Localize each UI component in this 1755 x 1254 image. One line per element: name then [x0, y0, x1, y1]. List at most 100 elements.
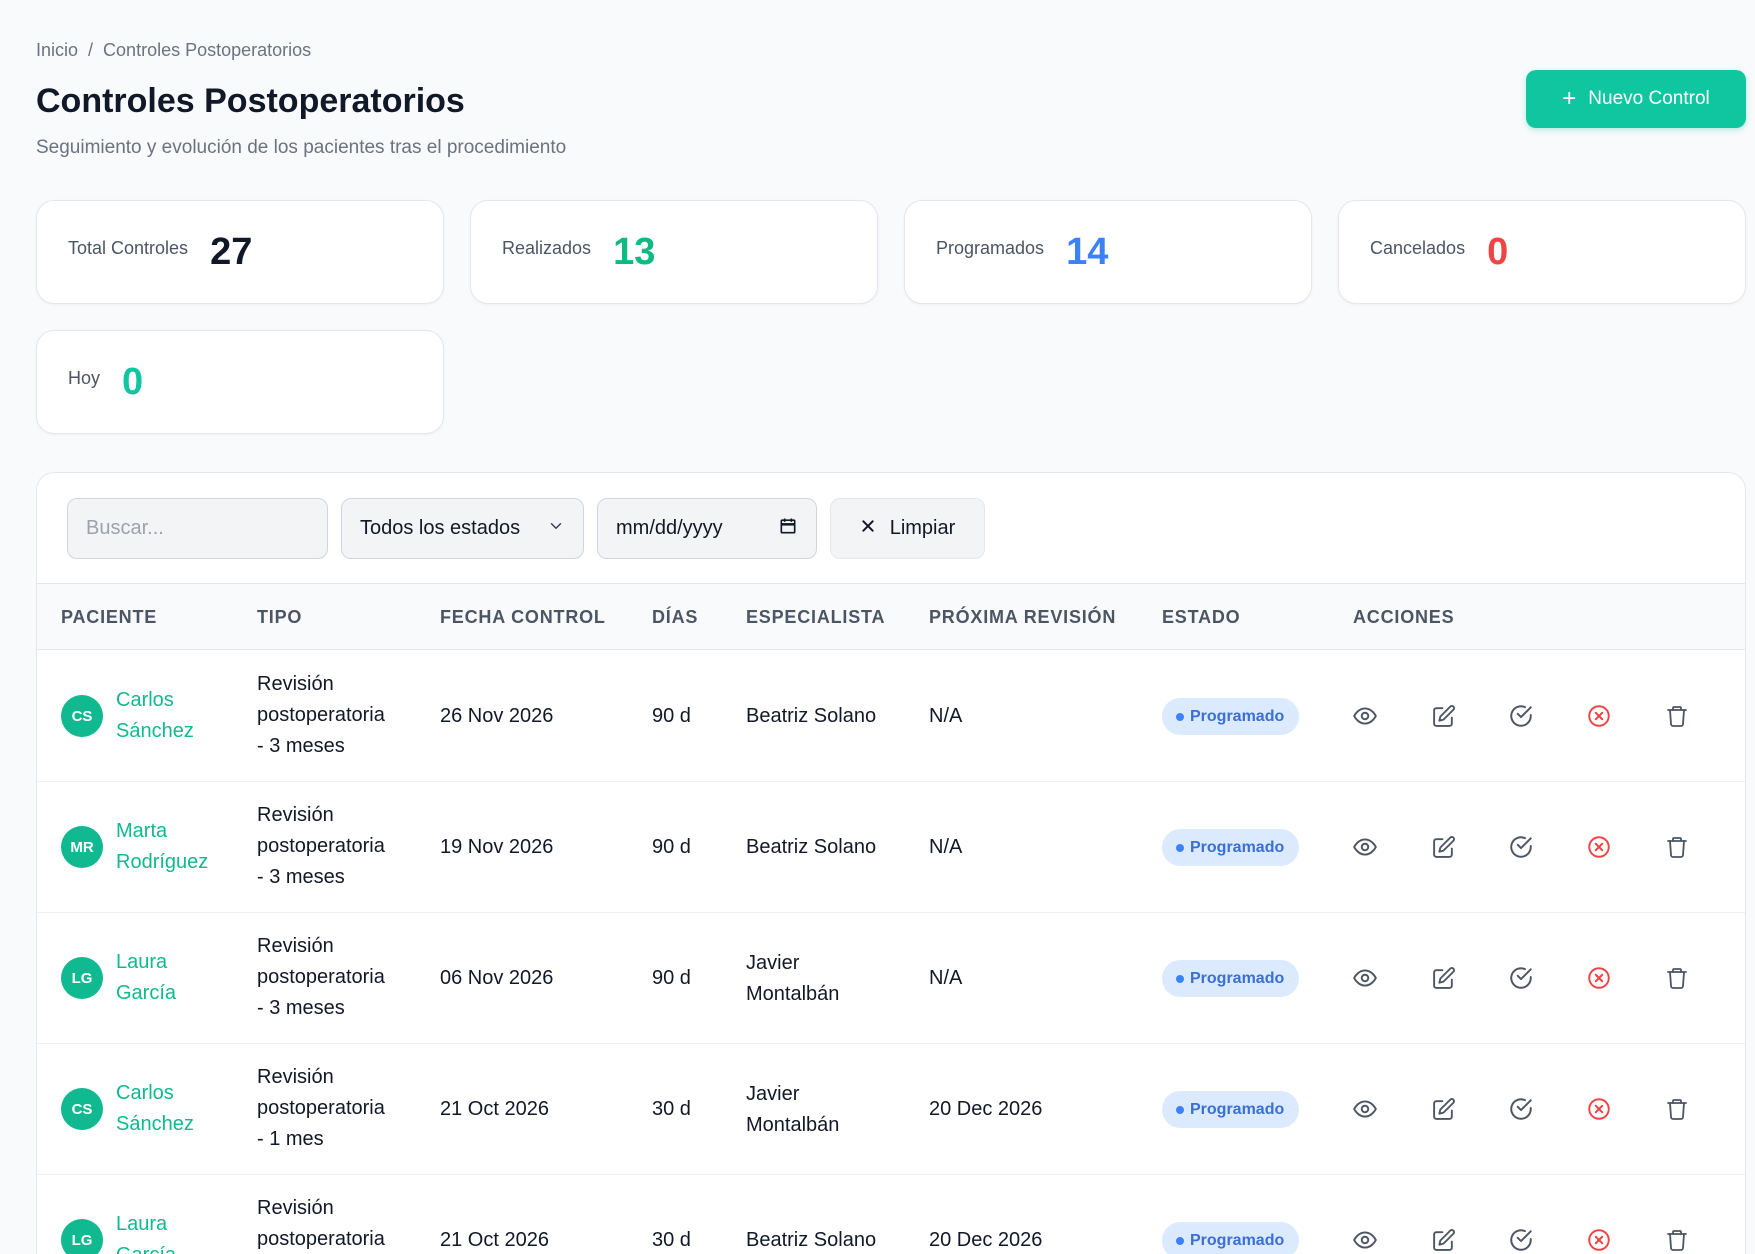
complete-action[interactable]: [1506, 701, 1536, 731]
stat-card: Realizados 13: [470, 200, 878, 304]
status-badge: Programado: [1162, 698, 1300, 735]
col-header-estado[interactable]: ESTADO: [1162, 584, 1240, 651]
edit-action[interactable]: [1428, 701, 1458, 731]
cancel-action[interactable]: [1584, 701, 1614, 731]
delete-action[interactable]: [1662, 832, 1692, 862]
avatar: LG: [61, 1219, 103, 1254]
fecha-cell: 21 Oct 2026: [440, 1098, 549, 1120]
stat-value: 0: [1487, 230, 1509, 273]
status-badge: Programado: [1162, 1091, 1300, 1128]
delete-action[interactable]: [1662, 1225, 1692, 1254]
col-header-proxima[interactable]: PRÓXIMA REVISIÓN: [929, 584, 1116, 651]
col-header-dias[interactable]: DÍAS: [652, 584, 698, 651]
check-circle-icon: [1508, 965, 1534, 991]
delete-action[interactable]: [1662, 1094, 1692, 1124]
col-header-acciones: ACCIONES: [1353, 607, 1455, 627]
stat-label: Cancelados: [1370, 237, 1466, 258]
clear-filters-button[interactable]: Limpiar: [830, 498, 985, 559]
status-label: Programado: [1190, 1100, 1285, 1118]
clear-filters-label: Limpiar: [889, 517, 956, 539]
complete-action[interactable]: [1506, 963, 1536, 993]
close-icon: [860, 517, 876, 540]
new-control-button[interactable]: + Nuevo Control: [1526, 70, 1746, 128]
search-input[interactable]: [67, 498, 328, 559]
eye-icon: [1352, 834, 1378, 860]
col-header-especialista[interactable]: ESPECIALISTA: [746, 584, 885, 651]
status-dot: [1176, 712, 1184, 721]
especialista-line: Javier: [746, 952, 800, 974]
patient-last-name: García: [116, 982, 177, 1004]
table-row: CS Carlos Sánchez Revisión postoperatoria - 3…: [37, 651, 1745, 782]
especialista-cell: Javier Montalbán: [746, 1079, 839, 1141]
check-circle-icon: [1508, 834, 1534, 860]
view-action[interactable]: [1350, 1094, 1380, 1124]
proxima-cell: N/A: [929, 705, 963, 727]
tipo-line: Revisión: [257, 804, 334, 826]
table-header: PACIENTE TIPO FECHA CONTROL DÍAS ESPECIA…: [37, 583, 1745, 650]
page-subtitle: Seguimiento y evolución de los pacientes…: [36, 137, 567, 158]
patient-name-link[interactable]: Carlos Sánchez: [116, 685, 194, 747]
patient-last-name: Sánchez: [116, 1113, 194, 1135]
cancel-action[interactable]: [1584, 832, 1614, 862]
calendar-icon[interactable]: [778, 516, 798, 542]
edit-action[interactable]: [1428, 832, 1458, 862]
delete-action[interactable]: [1662, 701, 1692, 731]
patient-last-name: Rodríguez: [116, 851, 209, 873]
patient-name-link[interactable]: Carlos Sánchez: [116, 1078, 194, 1140]
tipo-line: - 3 meses: [257, 997, 345, 1019]
cancel-action[interactable]: [1584, 1225, 1614, 1254]
tipo-line: - 3 meses: [257, 735, 345, 757]
avatar: MR: [61, 826, 103, 868]
view-action[interactable]: [1350, 963, 1380, 993]
especialista-cell: Beatriz Solano: [746, 1225, 876, 1254]
patient-name-link[interactable]: Laura García: [116, 947, 176, 1009]
delete-action[interactable]: [1662, 963, 1692, 993]
complete-action[interactable]: [1506, 1094, 1536, 1124]
breadcrumb: Inicio / Controles Postoperatorios: [36, 40, 311, 61]
complete-action[interactable]: [1506, 1225, 1536, 1254]
proxima-cell: 20 Dec 2026: [929, 1229, 1043, 1251]
edit-action[interactable]: [1428, 1225, 1458, 1254]
col-header-fecha[interactable]: FECHA CONTROL: [440, 584, 606, 651]
cancel-action[interactable]: [1584, 1094, 1614, 1124]
especialista-line: Javier: [746, 1083, 800, 1105]
x-circle-icon: [1586, 703, 1612, 729]
patient-first-name: Laura: [116, 951, 168, 973]
status-select[interactable]: Todos los estados: [341, 498, 584, 559]
status-label: Programado: [1190, 1231, 1285, 1249]
stat-label: Realizados: [502, 237, 592, 258]
edit-icon: [1431, 1097, 1456, 1122]
complete-action[interactable]: [1506, 832, 1536, 862]
especialista-cell: Beatriz Solano: [746, 701, 876, 732]
patient-name-link[interactable]: Laura García: [116, 1209, 176, 1254]
dias-cell: 30 d: [652, 1098, 691, 1120]
tipo-cell: Revisión postoperatoria - 3 meses: [257, 669, 385, 762]
view-action[interactable]: [1350, 701, 1380, 731]
col-header-tipo[interactable]: TIPO: [257, 584, 302, 651]
page-title: Controles Postoperatorios: [36, 82, 465, 120]
col-header-paciente[interactable]: PACIENTE: [61, 584, 157, 651]
dias-cell: 90 d: [652, 967, 691, 989]
stat-value: 0: [122, 360, 144, 403]
date-input[interactable]: mm/dd/yyyy: [597, 498, 817, 559]
patient-name-link[interactable]: Marta Rodríguez: [116, 816, 208, 878]
trash-icon: [1665, 1097, 1689, 1121]
proxima-cell: 20 Dec 2026: [929, 1098, 1043, 1120]
especialista-line: Beatriz Solano: [746, 1229, 877, 1251]
stat-card: Programados 14: [904, 200, 1312, 304]
edit-action[interactable]: [1428, 963, 1458, 993]
view-action[interactable]: [1350, 1225, 1380, 1254]
table-row: MR Marta Rodríguez Revisión postoperatoria - …: [37, 782, 1745, 913]
view-action[interactable]: [1350, 832, 1380, 862]
plus-icon: +: [1562, 85, 1577, 112]
patient-first-name: Carlos: [116, 1082, 174, 1104]
fecha-cell: 26 Nov 2026: [440, 705, 554, 727]
fecha-cell: 06 Nov 2026: [440, 967, 554, 989]
x-circle-icon: [1586, 834, 1612, 860]
check-circle-icon: [1508, 1227, 1534, 1253]
x-circle-icon: [1586, 1227, 1612, 1253]
date-input-value: mm/dd/yyyy: [616, 517, 723, 539]
edit-action[interactable]: [1428, 1094, 1458, 1124]
cancel-action[interactable]: [1584, 963, 1614, 993]
breadcrumb-home[interactable]: Inicio: [36, 40, 78, 61]
